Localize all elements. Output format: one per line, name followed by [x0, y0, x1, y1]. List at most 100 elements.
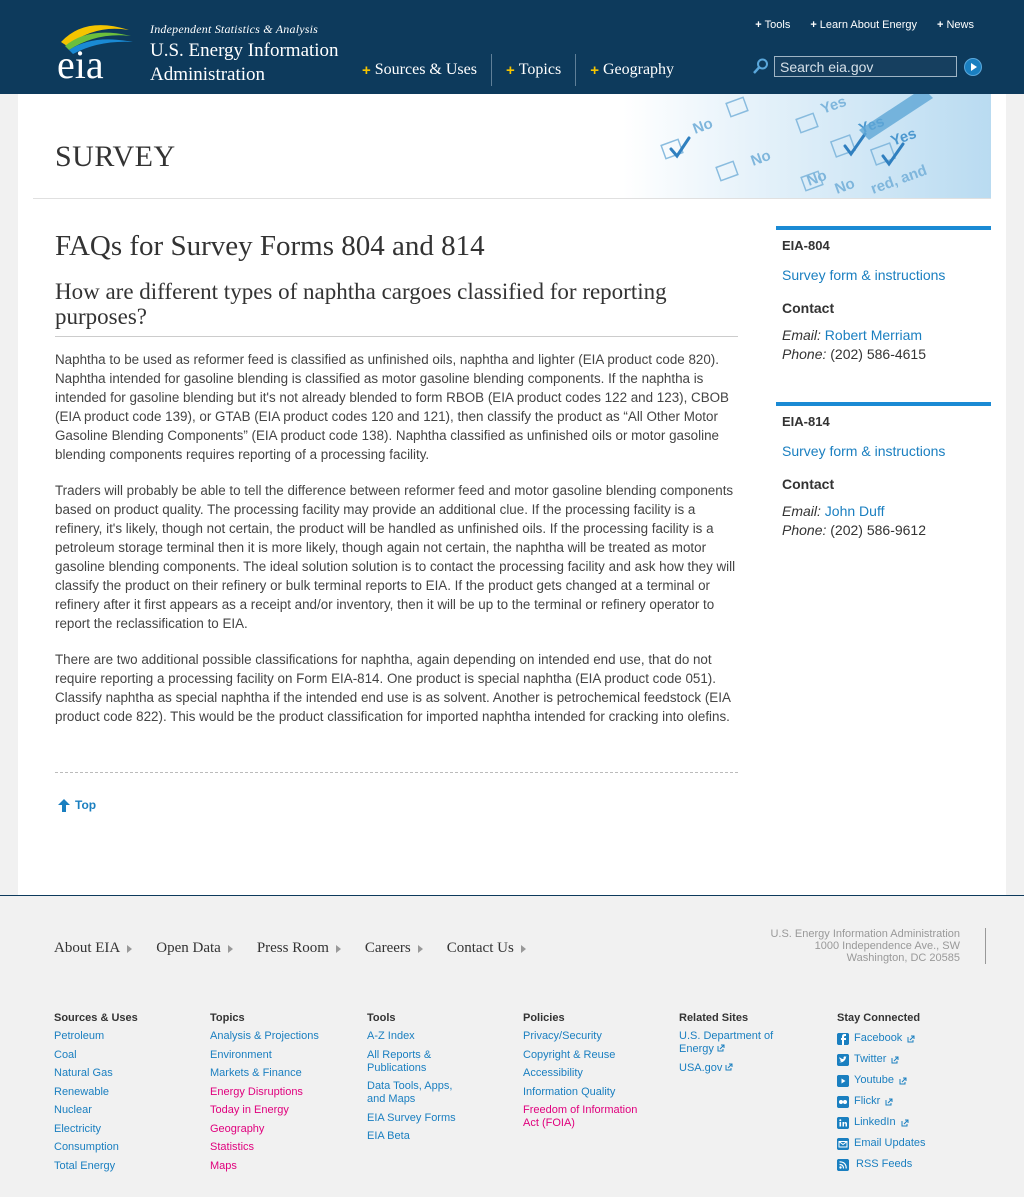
- footer-col-related: Related Sites U.S. Department of Energy …: [679, 1012, 819, 1080]
- social-youtube[interactable]: Youtube: [837, 1074, 987, 1087]
- footer-link[interactable]: U.S. Department of Energy: [679, 1030, 779, 1056]
- sidebar-box-eia-814: EIA-814 Survey form & instructions Conta…: [776, 402, 991, 548]
- facebook-icon: [837, 1032, 849, 1045]
- footer-link[interactable]: Freedom of Information Act (FOIA): [523, 1104, 643, 1130]
- external-link-icon: [885, 1098, 893, 1105]
- arrow-up-icon: [58, 798, 70, 812]
- external-link-icon: [891, 1056, 899, 1063]
- contact-phone: (202) 586-9612: [830, 522, 927, 538]
- contact-email: Email: Robert Merriam Phone: (202) 586-4…: [782, 327, 927, 362]
- footer-link[interactable]: Maps: [210, 1160, 350, 1173]
- footer-link[interactable]: Renewable: [54, 1086, 194, 1099]
- footer-link[interactable]: Accessibility: [523, 1067, 663, 1080]
- social-rss[interactable]: RSS Feeds: [837, 1158, 987, 1171]
- footer-link[interactable]: EIA Survey Forms: [367, 1112, 507, 1125]
- sidebar-form-title: EIA-814: [782, 414, 830, 429]
- survey-form-link[interactable]: Survey form & instructions: [782, 267, 985, 283]
- logo-wordmark: eia: [57, 42, 104, 82]
- triangle-right-icon: [335, 944, 341, 953]
- social-email-updates[interactable]: Email Updates: [837, 1137, 987, 1150]
- nav-news[interactable]: + News: [937, 19, 974, 31]
- social-twitter[interactable]: Twitter: [837, 1053, 987, 1066]
- footer-link[interactable]: Data Tools, Apps, and Maps: [367, 1080, 462, 1106]
- banner-title: SURVEY: [55, 140, 176, 173]
- page-title: FAQs for Survey Forms 804 and 814: [55, 230, 485, 262]
- external-link-icon: [901, 1119, 909, 1126]
- back-to-top-link[interactable]: Top: [58, 798, 96, 812]
- footer-link[interactable]: Total Energy: [54, 1160, 194, 1173]
- footer-link[interactable]: Markets & Finance: [210, 1067, 350, 1080]
- survey-form-link[interactable]: Survey form & instructions: [782, 443, 985, 459]
- triangle-right-icon: [127, 944, 133, 953]
- footer-nav-open-data[interactable]: Open Data: [156, 940, 233, 957]
- triangle-right-icon: [417, 944, 423, 953]
- external-link-icon: [899, 1077, 907, 1084]
- footer-link[interactable]: Today in Energy: [210, 1104, 350, 1117]
- footer-link[interactable]: All Reports & Publications: [367, 1049, 457, 1075]
- nav-learn-about-energy[interactable]: + Learn About Energy: [810, 19, 917, 31]
- footer-link[interactable]: Copyright & Reuse: [523, 1049, 663, 1062]
- envelope-icon: [837, 1137, 849, 1150]
- contact-heading: Contact: [782, 476, 835, 492]
- social-flickr[interactable]: Flickr: [837, 1095, 987, 1108]
- footer-link[interactable]: Environment: [210, 1049, 350, 1062]
- footer-link[interactable]: Geography: [210, 1123, 350, 1136]
- nav-topics[interactable]: + Topics: [490, 54, 575, 86]
- section-divider: [55, 772, 738, 773]
- rss-icon: [837, 1158, 849, 1171]
- contact-heading: Contact: [782, 300, 835, 316]
- footer-link[interactable]: EIA Beta: [367, 1130, 507, 1143]
- footer-link[interactable]: USA.gov: [679, 1062, 819, 1075]
- footer-link[interactable]: Consumption: [54, 1141, 194, 1154]
- external-link-icon: [907, 1035, 915, 1042]
- footer-link[interactable]: Privacy/Security: [523, 1030, 663, 1043]
- address-divider: [985, 928, 986, 964]
- footer-link[interactable]: Coal: [54, 1049, 194, 1062]
- footer-link[interactable]: Petroleum: [54, 1030, 194, 1043]
- plus-icon: +: [810, 19, 817, 31]
- footer-divider: [0, 895, 1024, 896]
- plus-icon: +: [937, 19, 944, 31]
- eia-logo[interactable]: eia: [55, 20, 137, 82]
- search-input[interactable]: [774, 56, 957, 77]
- footer-col-topics: Topics Analysis & Projections Environmen…: [210, 1012, 350, 1178]
- footer-nav-press-room[interactable]: Press Room: [257, 940, 341, 957]
- footer-nav-about[interactable]: About EIA: [54, 940, 133, 957]
- twitter-icon: [837, 1053, 849, 1066]
- sidebar-form-title: EIA-804: [782, 238, 830, 253]
- footer-col-sources: Sources & Uses Petroleum Coal Natural Ga…: [54, 1012, 194, 1178]
- triangle-right-icon: [227, 944, 233, 953]
- footer-link[interactable]: Electricity: [54, 1123, 194, 1136]
- agency-line-1: U.S. Energy Information: [150, 40, 339, 61]
- social-linkedin[interactable]: LinkedIn: [837, 1116, 987, 1129]
- nav-sources-uses[interactable]: + Sources & Uses: [360, 54, 491, 86]
- social-facebook[interactable]: Facebook: [837, 1032, 987, 1045]
- main-nav: + Sources & Uses + Topics + Geography: [360, 54, 688, 86]
- footer-link[interactable]: Energy Disruptions: [210, 1086, 350, 1099]
- footer-link[interactable]: Nuclear: [54, 1104, 194, 1117]
- footer-link[interactable]: Natural Gas: [54, 1067, 194, 1080]
- nav-geography[interactable]: + Geography: [575, 54, 688, 86]
- footer-col-tools: Tools A-Z Index All Reports & Publicatio…: [367, 1012, 507, 1149]
- plus-icon: +: [505, 61, 515, 79]
- footer-link[interactable]: A-Z Index: [367, 1030, 507, 1043]
- site-header: eia Independent Statistics & Analysis U.…: [0, 0, 1024, 94]
- footer-link[interactable]: Analysis & Projections: [210, 1030, 350, 1043]
- answer-paragraph-3: There are two additional possible classi…: [55, 652, 731, 724]
- search-submit-button[interactable]: [964, 58, 982, 76]
- email-link[interactable]: John Duff: [825, 503, 885, 519]
- top-utility-nav: + Tools + Learn About Energy + News: [755, 19, 974, 31]
- external-link-icon: [725, 1063, 733, 1070]
- nav-tools[interactable]: + Tools: [755, 19, 790, 31]
- triangle-right-icon: [520, 944, 526, 953]
- footer-nav-contact[interactable]: Contact Us: [447, 940, 526, 957]
- search-icon: [753, 58, 768, 74]
- footer-link[interactable]: Statistics: [210, 1141, 350, 1154]
- email-link[interactable]: Robert Merriam: [825, 327, 922, 343]
- plus-icon: +: [755, 19, 762, 31]
- footer-link[interactable]: Information Quality: [523, 1086, 663, 1099]
- agency-name[interactable]: Independent Statistics & Analysis U.S. E…: [150, 22, 339, 85]
- footer-address: U.S. Energy Information Administration 1…: [770, 928, 960, 964]
- footer-nav-careers[interactable]: Careers: [365, 940, 423, 957]
- linkedin-icon: [837, 1116, 849, 1129]
